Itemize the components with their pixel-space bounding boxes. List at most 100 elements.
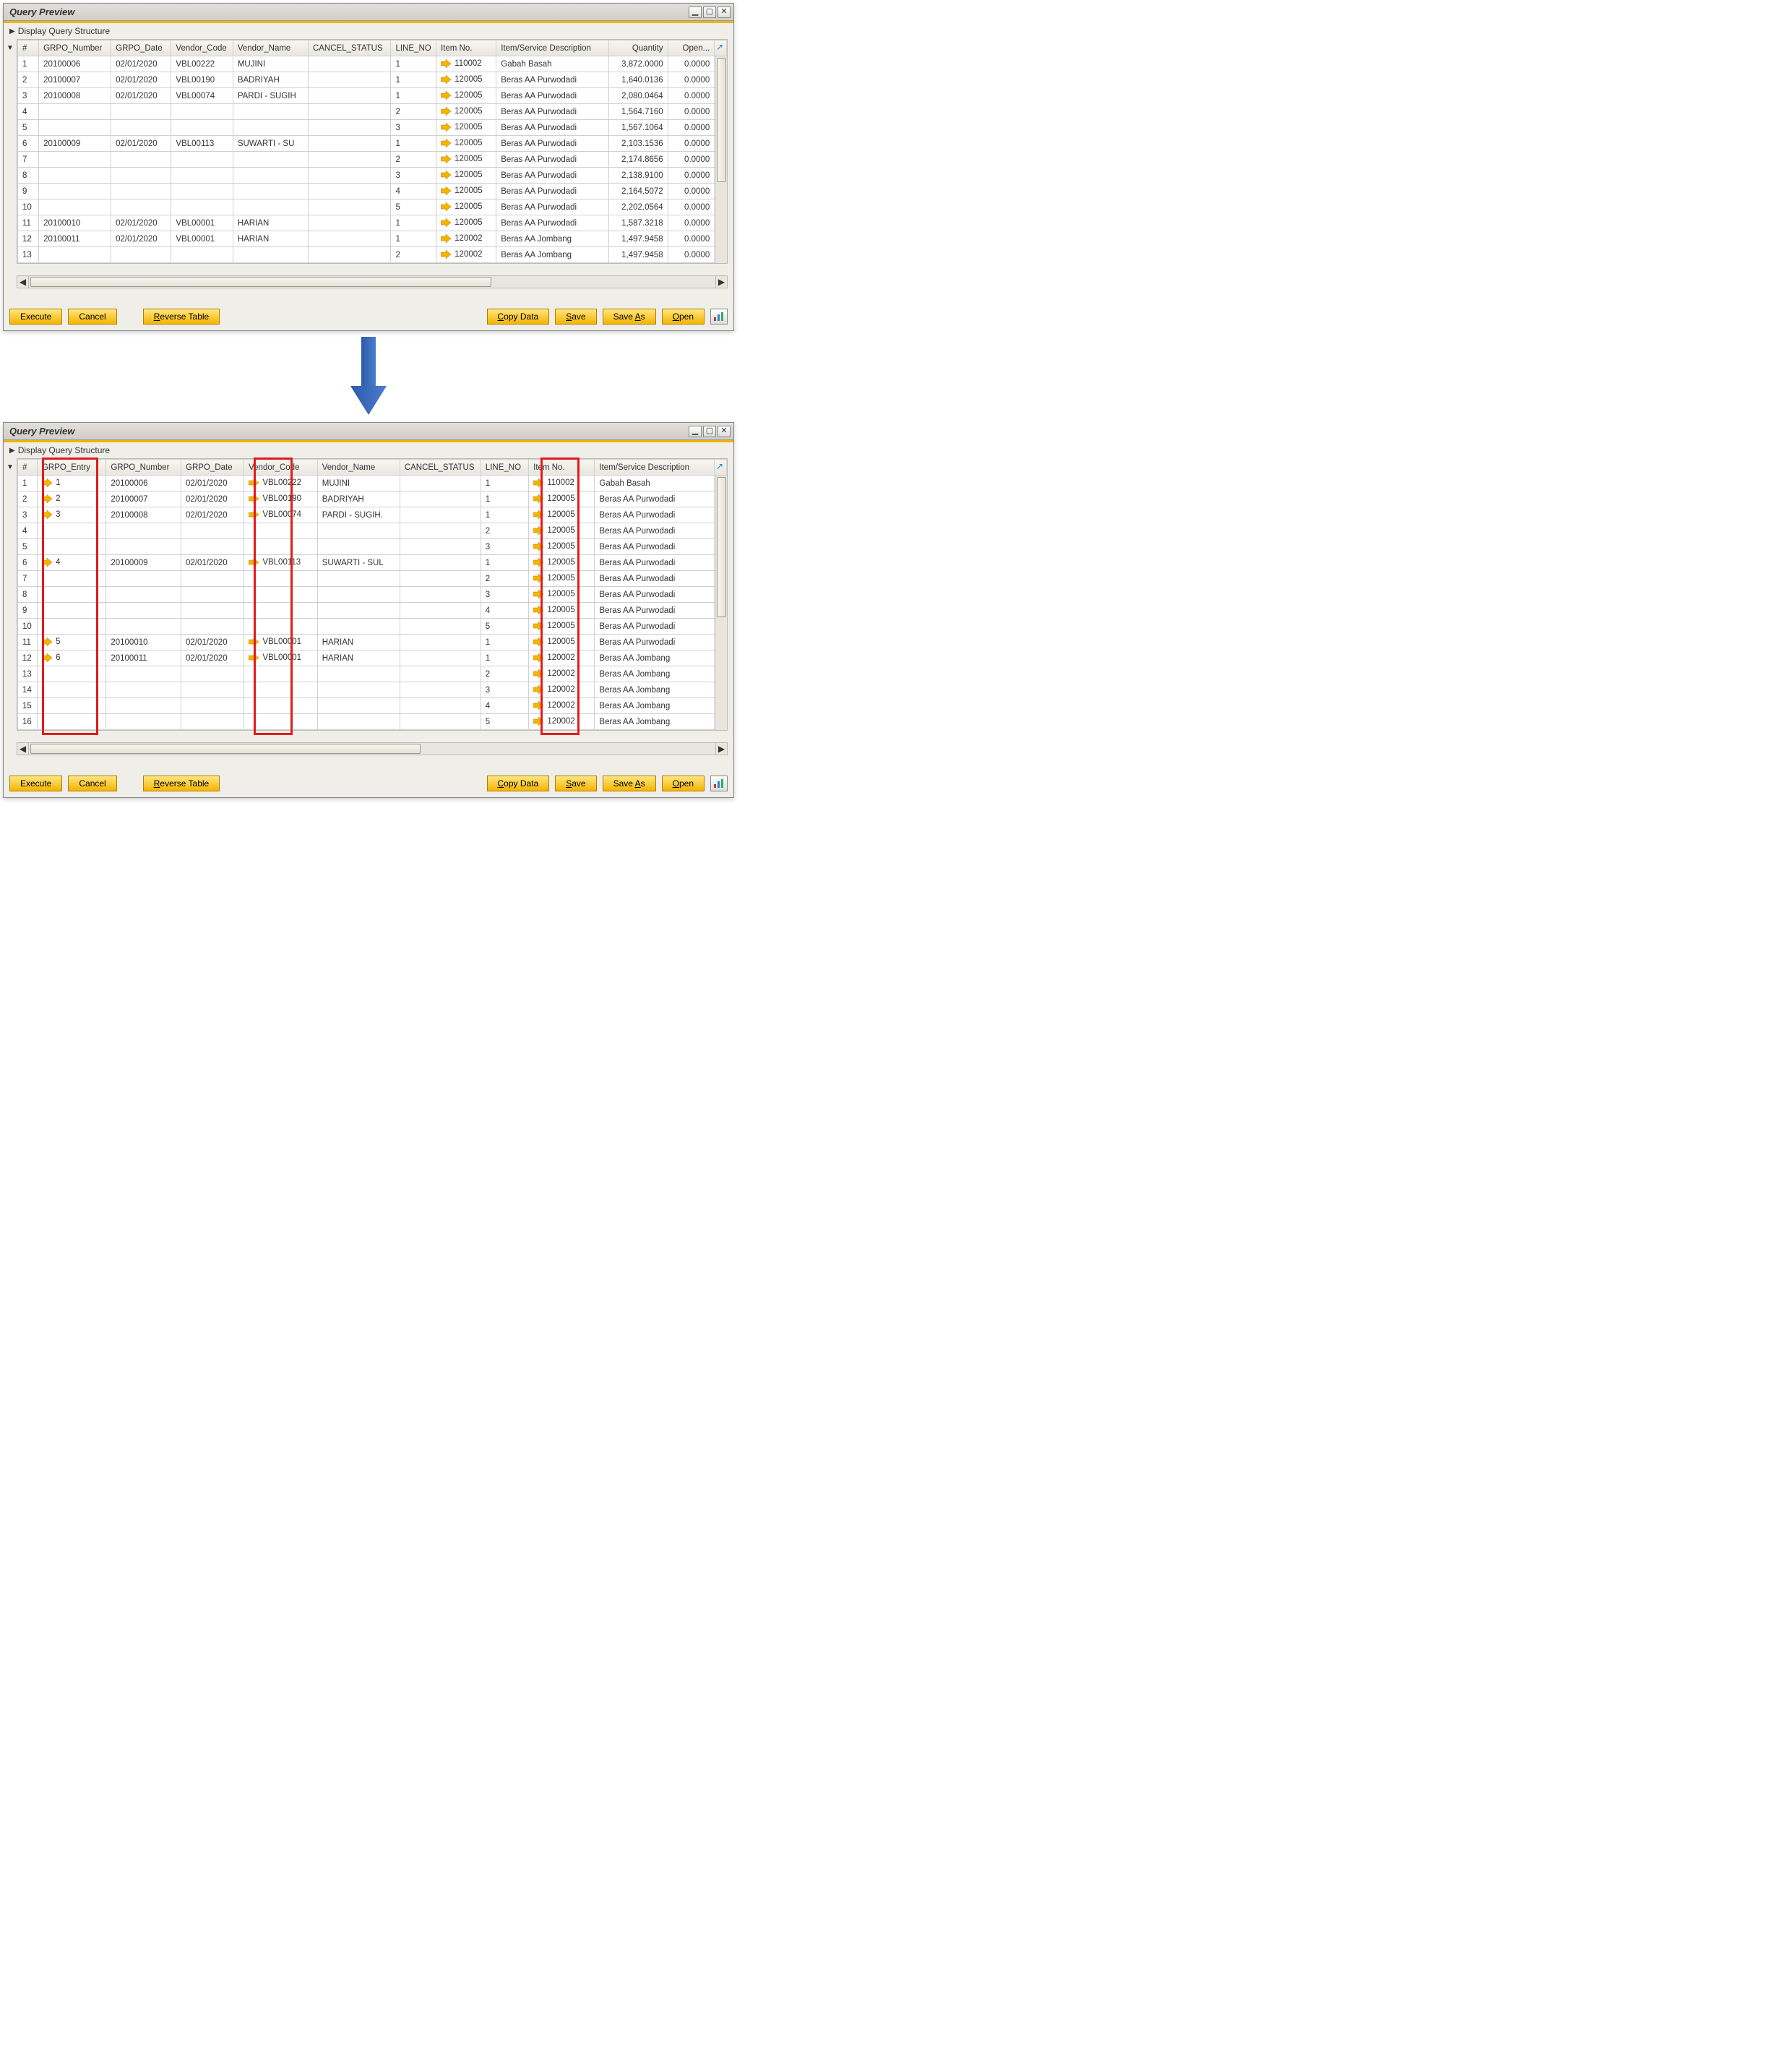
link-arrow-icon[interactable]	[249, 510, 259, 519]
table-row[interactable]: 132 120002Beras AA Jombang1,497.94580.00…	[18, 247, 727, 263]
link-arrow-icon[interactable]	[441, 75, 451, 84]
link-arrow-icon[interactable]	[533, 622, 543, 630]
chart-icon-button[interactable]	[710, 776, 728, 791]
save-button[interactable]: Save	[555, 309, 596, 325]
col-header[interactable]: #	[18, 460, 38, 476]
table-row[interactable]: 62010000902/01/2020VBL00113SUWARTI - SU1…	[18, 136, 727, 152]
link-arrow-icon[interactable]	[441, 155, 451, 163]
col-header[interactable]: Vendor_Code	[244, 460, 318, 476]
table-row[interactable]: 1 12010000602/01/2020 VBL00222MUJINI1 11…	[18, 476, 727, 491]
link-arrow-icon[interactable]	[441, 171, 451, 179]
link-arrow-icon[interactable]	[533, 574, 543, 583]
maximize-button[interactable]: ▢	[703, 426, 716, 437]
link-arrow-icon[interactable]	[441, 250, 451, 259]
vertical-scrollbar[interactable]	[715, 476, 727, 730]
col-header[interactable]: GRPO_Number	[106, 460, 181, 476]
col-header[interactable]: Item/Service Description	[595, 460, 715, 476]
table-row[interactable]: 105 120005Beras AA Purwodadi2,202.05640.…	[18, 199, 727, 215]
link-arrow-icon[interactable]	[533, 606, 543, 614]
execute-button[interactable]: Execute	[9, 309, 62, 325]
link-arrow-icon[interactable]	[533, 637, 543, 646]
table-row[interactable]: 42 120005Beras AA Purwodadi1,564.71600.0…	[18, 104, 727, 120]
link-arrow-icon[interactable]	[249, 558, 259, 567]
link-arrow-icon[interactable]	[441, 123, 451, 132]
table-row[interactable]: 122010001102/01/2020VBL00001HARIAN1 1200…	[18, 231, 727, 247]
table-row[interactable]: 72 120005Beras AA Purwodadi2,174.86560.0…	[18, 152, 727, 168]
horizontal-scrollbar[interactable]: ◀ ▶	[17, 742, 728, 755]
cancel-button[interactable]: Cancel	[68, 309, 116, 325]
save-button[interactable]: Save	[555, 776, 596, 791]
col-header[interactable]: Vendor_Name	[233, 40, 308, 56]
link-arrow-icon[interactable]	[533, 653, 543, 662]
results-table-1[interactable]: ↗ #GRPO_NumberGRPO_DateVendor_CodeVendor…	[17, 39, 728, 264]
open-button[interactable]: Open	[662, 309, 705, 325]
maximize-button[interactable]: ▢	[703, 7, 716, 18]
link-arrow-icon[interactable]	[42, 653, 52, 662]
link-arrow-icon[interactable]	[533, 494, 543, 503]
table-row[interactable]: 3 32010000802/01/2020 VBL00074PARDI - SU…	[18, 507, 727, 523]
link-arrow-icon[interactable]	[249, 637, 259, 646]
table-row[interactable]: 32010000802/01/2020VBL00074PARDI - SUGIH…	[18, 88, 727, 104]
close-button[interactable]: ✕	[718, 426, 731, 437]
table-row[interactable]: 143 120002Beras AA Jombang	[18, 682, 727, 698]
table-row[interactable]: 12 62010001102/01/2020 VBL00001HARIAN1 1…	[18, 650, 727, 666]
link-arrow-icon[interactable]	[441, 234, 451, 243]
table-row[interactable]: 6 42010000902/01/2020 VBL00113SUWARTI - …	[18, 555, 727, 571]
cancel-button[interactable]: Cancel	[68, 776, 116, 791]
col-header[interactable]: GRPO_Date	[181, 460, 244, 476]
col-header[interactable]: Quantity	[609, 40, 668, 56]
minimize-button[interactable]: ▁	[689, 426, 702, 437]
table-row[interactable]: 165 120002Beras AA Jombang	[18, 714, 727, 730]
col-header[interactable]: GRPO_Entry	[37, 460, 105, 476]
link-arrow-icon[interactable]	[441, 186, 451, 195]
link-arrow-icon[interactable]	[441, 59, 451, 68]
link-arrow-icon[interactable]	[42, 494, 52, 503]
table-row[interactable]: 112010001002/01/2020VBL00001HARIAN1 1200…	[18, 215, 727, 231]
link-arrow-icon[interactable]	[533, 669, 543, 678]
horizontal-scrollbar[interactable]: ◀ ▶	[17, 275, 728, 288]
table-row[interactable]: 83 120005Beras AA Purwodadi2,138.91000.0…	[18, 168, 727, 184]
link-arrow-icon[interactable]	[533, 717, 543, 726]
col-header[interactable]: Item No.	[436, 40, 496, 56]
execute-button[interactable]: Execute	[9, 776, 62, 791]
reverse-table-button[interactable]: Reverse Table	[143, 309, 220, 325]
open-button[interactable]: Open	[662, 776, 705, 791]
link-arrow-icon[interactable]	[533, 478, 543, 487]
col-header[interactable]: LINE_NO	[481, 460, 528, 476]
minimize-button[interactable]: ▁	[689, 7, 702, 18]
col-header[interactable]: LINE_NO	[391, 40, 436, 56]
table-row[interactable]: 11 52010001002/01/2020 VBL00001HARIAN1 1…	[18, 635, 727, 650]
reverse-table-button[interactable]: Reverse Table	[143, 776, 220, 791]
link-arrow-icon[interactable]	[441, 218, 451, 227]
save-as-button[interactable]: Save As	[603, 776, 656, 791]
table-row[interactable]: 2 22010000702/01/2020 VBL00190BADRIYAH1 …	[18, 491, 727, 507]
collapse-down-icon[interactable]: ▼	[7, 44, 14, 52]
table-row[interactable]: 22010000702/01/2020VBL00190BADRIYAH1 120…	[18, 72, 727, 88]
link-arrow-icon[interactable]	[533, 510, 543, 519]
col-header[interactable]: Vendor_Code	[171, 40, 233, 56]
expand-icon[interactable]: ↗	[714, 460, 725, 472]
link-arrow-icon[interactable]	[249, 494, 259, 503]
table-row[interactable]: 132 120002Beras AA Jombang	[18, 666, 727, 682]
display-query-structure-toggle[interactable]: ▶ Display Query Structure	[4, 442, 733, 458]
link-arrow-icon[interactable]	[533, 701, 543, 710]
link-arrow-icon[interactable]	[533, 558, 543, 567]
expand-icon[interactable]: ↗	[714, 41, 725, 53]
chart-icon-button[interactable]	[710, 309, 728, 325]
link-arrow-icon[interactable]	[441, 139, 451, 147]
col-header[interactable]: GRPO_Number	[39, 40, 111, 56]
table-row[interactable]: 83 120005Beras AA Purwodadi	[18, 587, 727, 603]
col-header[interactable]: Item/Service Description	[496, 40, 609, 56]
link-arrow-icon[interactable]	[533, 526, 543, 535]
copy-data-button[interactable]: Copy Data	[487, 776, 550, 791]
table-row[interactable]: 94 120005Beras AA Purwodadi	[18, 603, 727, 619]
col-header[interactable]: Vendor_Name	[317, 460, 400, 476]
table-row[interactable]: 94 120005Beras AA Purwodadi2,164.50720.0…	[18, 184, 727, 199]
col-header[interactable]: #	[18, 40, 39, 56]
link-arrow-icon[interactable]	[42, 510, 52, 519]
vertical-scrollbar[interactable]	[715, 56, 727, 263]
link-arrow-icon[interactable]	[42, 478, 52, 487]
link-arrow-icon[interactable]	[249, 653, 259, 662]
table-row[interactable]: 12010000602/01/2020VBL00222MUJINI1 11000…	[18, 56, 727, 72]
col-header[interactable]: GRPO_Date	[111, 40, 171, 56]
